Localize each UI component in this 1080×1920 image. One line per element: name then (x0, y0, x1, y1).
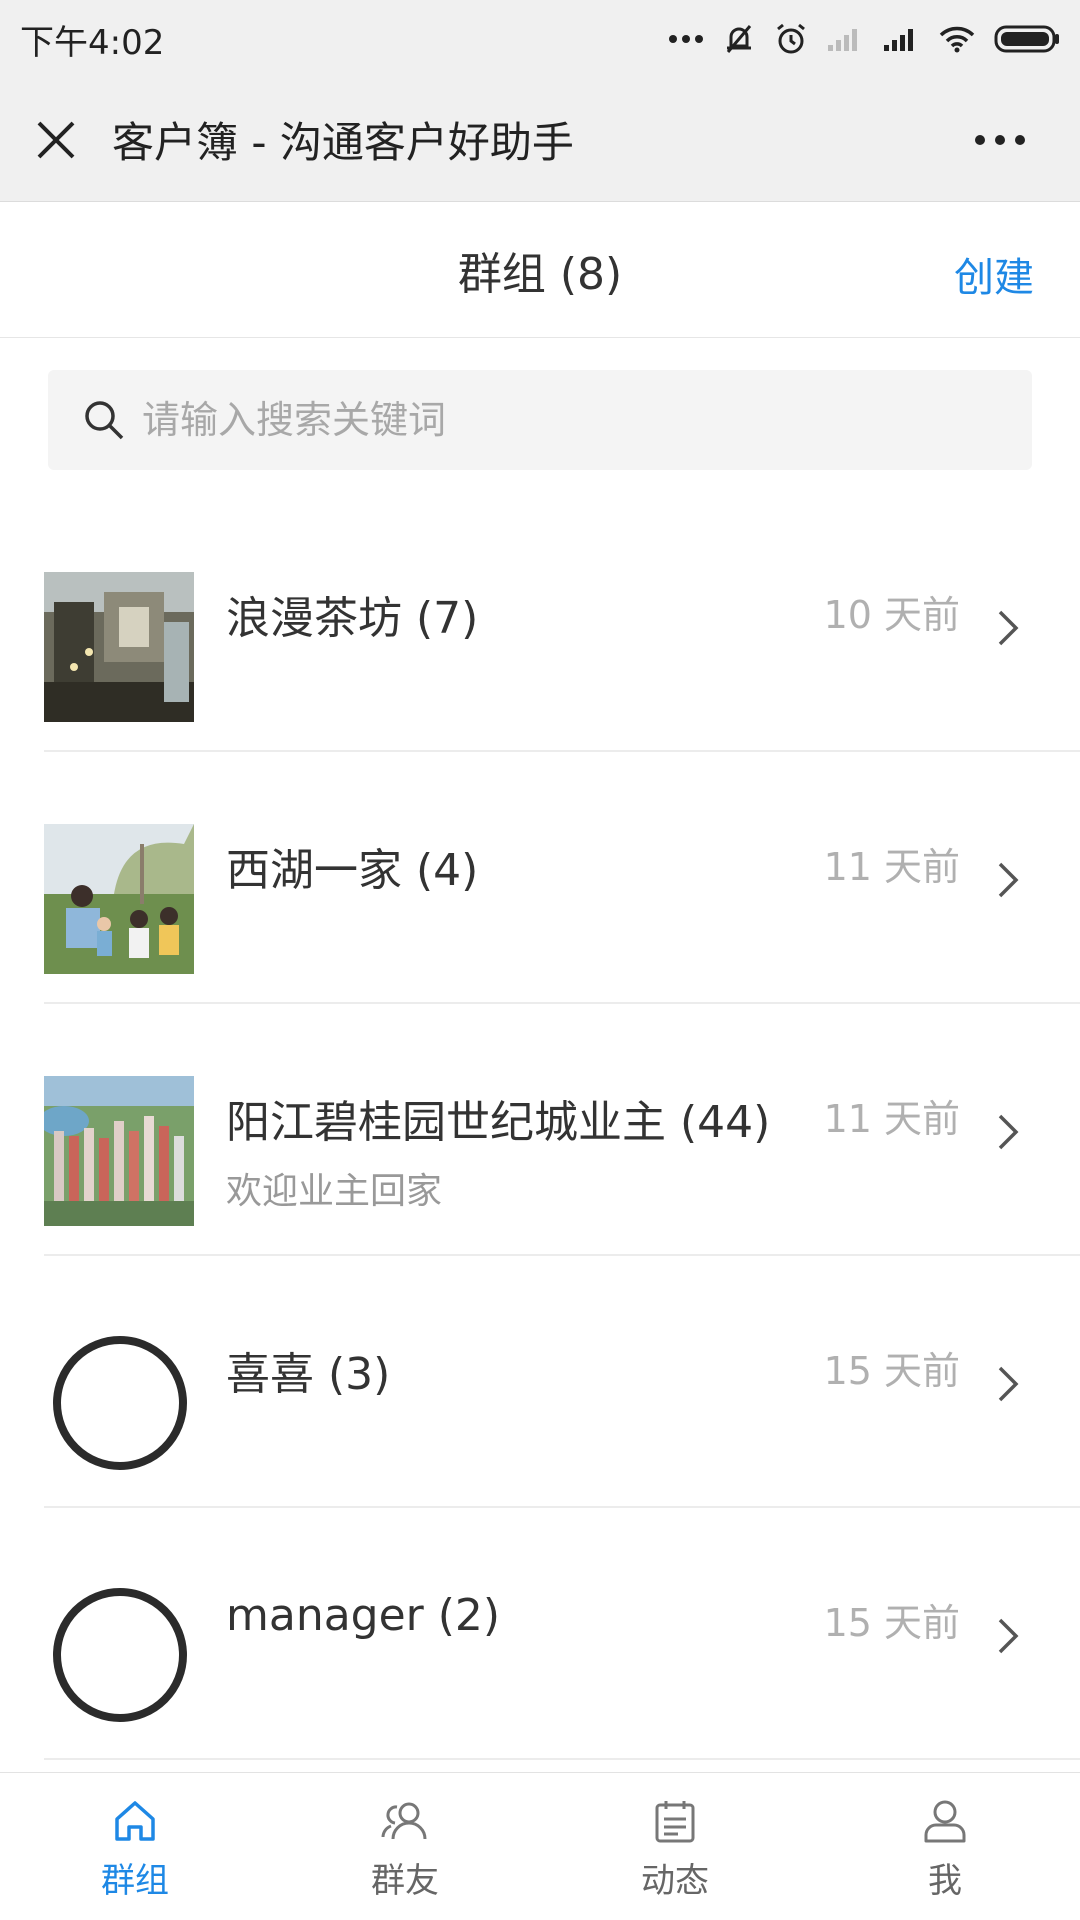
page-header: 群组 (8) 创建 (0, 203, 1080, 338)
group-list: 浪漫茶坊 (7) 10 天前 西湖一家 (4) 11 天前 阳江碧桂园世纪城业主… (0, 500, 1080, 1760)
status-time: 下午4:02 (20, 22, 165, 63)
tab-groups[interactable]: 群组 (0, 1773, 270, 1920)
home-icon (115, 1801, 155, 1841)
list-item[interactable]: 阳江碧桂园世纪城业主 (44) 欢迎业主回家 11 天前 (44, 1004, 1080, 1256)
group-time: 15 天前 (823, 1601, 960, 1645)
chevron-right-icon (998, 1618, 1019, 1654)
nav-title: 客户簿 - 沟通客户好助手 (112, 118, 574, 167)
tab-feed[interactable]: 动态 (540, 1773, 810, 1920)
list-item[interactable]: 喜喜 (3) 15 天前 (44, 1256, 1080, 1508)
list-item[interactable]: 西湖一家 (4) 11 天前 (44, 752, 1080, 1004)
search-icon (85, 401, 124, 440)
city-photo (44, 1076, 194, 1226)
avatar-placeholder (53, 1336, 187, 1470)
signal-weak-icon (828, 29, 857, 51)
status-icons (668, 22, 1060, 56)
page-title: 群组 (8) (457, 249, 623, 300)
tab-label: 动态 (641, 1861, 709, 1901)
close-button[interactable] (6, 90, 106, 190)
nav-bar: 客户簿 - 沟通客户好助手 (0, 78, 1080, 202)
tab-label: 我 (928, 1861, 962, 1901)
group-time: 15 天前 (823, 1349, 960, 1393)
tab-bar: 群组 群友 动态 我 (0, 1772, 1080, 1920)
avatar (44, 1076, 194, 1226)
more-notifications-icon (669, 35, 703, 43)
battery-icon (994, 25, 1059, 53)
chevron-right-icon (998, 1366, 1019, 1402)
search-bar[interactable] (48, 370, 1032, 470)
group-name: manager (2) (226, 1590, 501, 1641)
avatar-placeholder (53, 1588, 187, 1722)
group-time: 11 天前 (823, 845, 960, 889)
wifi-icon (939, 26, 975, 53)
user-icon (924, 1800, 966, 1843)
mute-bell-icon (726, 25, 752, 53)
alarm-icon (777, 23, 805, 54)
tab-label: 群组 (101, 1861, 169, 1901)
more-dots-icon (975, 134, 1025, 145)
close-icon (37, 121, 75, 158)
chevron-right-icon (998, 610, 1019, 646)
group-name: 西湖一家 (4) (226, 845, 479, 896)
tab-label: 群友 (371, 1861, 439, 1901)
search-input[interactable] (142, 398, 942, 442)
list-item[interactable]: manager (2) 15 天前 (44, 1508, 1080, 1760)
group-description: 欢迎业主回家 (226, 1171, 443, 1212)
tab-me[interactable]: 我 (810, 1773, 1080, 1920)
signal-icon (884, 29, 913, 51)
avatar (44, 572, 194, 722)
tab-friends[interactable]: 群友 (270, 1773, 540, 1920)
avatar (44, 824, 194, 974)
create-button[interactable]: 创建 (954, 245, 1034, 303)
list-item[interactable]: 浪漫茶坊 (7) 10 天前 (44, 500, 1080, 752)
group-time: 11 天前 (823, 1097, 960, 1141)
more-button[interactable] (960, 100, 1040, 180)
group-name: 喜喜 (3) (226, 1349, 391, 1400)
group-name: 浪漫茶坊 (7) (226, 593, 479, 644)
notes-icon (655, 1801, 695, 1843)
group-name: 阳江碧桂园世纪城业主 (44) (226, 1097, 771, 1148)
people-icon (381, 1802, 427, 1840)
tea-house-photo (44, 572, 194, 722)
status-bar: 下午4:02 (0, 0, 1080, 78)
chevron-right-icon (998, 1114, 1019, 1150)
family-photo (44, 824, 194, 974)
chevron-right-icon (998, 862, 1019, 898)
group-time: 10 天前 (823, 593, 960, 637)
